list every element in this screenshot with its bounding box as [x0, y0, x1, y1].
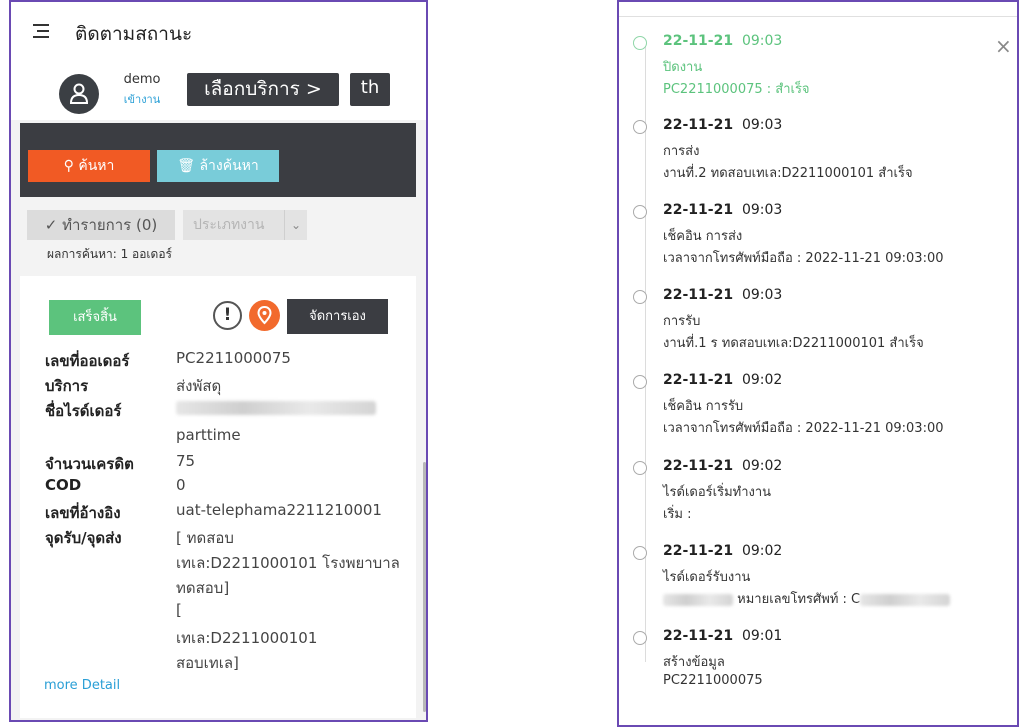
search-bar: ⚲ ค้นหา 🗑 ล้างค้นหา: [20, 123, 416, 197]
timeline-date: 22-11-21: [663, 202, 734, 218]
chevron-down-icon: ⌄: [284, 210, 307, 240]
service-value: ส่งพัสดุ: [176, 377, 222, 395]
timeline-dot-icon: [633, 36, 647, 50]
timeline-event: ปิดงาน: [663, 60, 703, 75]
order-number-value: PC2211000075: [176, 349, 291, 367]
clear-search-button[interactable]: 🗑 ล้างค้นหา: [157, 150, 279, 182]
timeline-time: 09:03: [741, 287, 783, 303]
check-circle-icon: ✓: [44, 216, 58, 234]
order-number-label: เลขที่ออเดอร์: [45, 352, 130, 370]
timeline-date: 22-11-21: [663, 117, 734, 133]
timeline-time: 09:03: [741, 202, 783, 218]
timeline-detail: งานที่.2 ทดสอบเทเล:D2211000101 สำเร็จ: [663, 166, 913, 181]
timeline-date: 22-11-21: [663, 628, 734, 644]
job-type-placeholder: ประเภทงาน: [193, 217, 265, 233]
pin-glyph: [257, 306, 272, 325]
app-header: ติดตามสถานะ demo เข้างาน เลือกบริการ > t…: [11, 2, 426, 120]
credit-label: จำนวนเครดิต: [45, 455, 134, 473]
timeline-event: ไรด์เดอร์เริ่มทำงาน: [663, 485, 772, 500]
timeline-event: เช็คอิน การส่ง: [663, 229, 743, 244]
timeline-time: 09:03: [741, 117, 783, 133]
timeline-dot-icon: [633, 375, 647, 389]
reference-value: uat-telephama2211210001: [176, 501, 382, 519]
order-tracking-panel: ติดตามสถานะ demo เข้างาน เลือกบริการ > t…: [9, 0, 428, 722]
search-button[interactable]: ⚲ ค้นหา: [28, 150, 150, 182]
menu-icon[interactable]: [33, 24, 49, 40]
pickup-dropoff-label: จุดรับ/จุดส่ง: [45, 529, 122, 547]
cod-label: COD: [45, 476, 82, 494]
select-service-button[interactable]: เลือกบริการ >: [187, 73, 339, 106]
rider-type-value: parttime: [176, 426, 241, 444]
timeline-detail: งานที่.1 ร ทดสอบเทเล:D2211000101 สำเร็จ: [663, 336, 924, 351]
avatar[interactable]: [59, 74, 99, 114]
rider-name-label: ชื่อไรด์เดอร์: [45, 402, 122, 420]
timeline-time: 09:03: [741, 33, 783, 49]
order-card: เสร็จสิ้น ! จัดการเอง เลขที่ออเดอร์ PC22…: [20, 276, 416, 718]
job-type-select[interactable]: ประเภทงาน ⌄: [183, 210, 307, 240]
page-title: ติดตามสถานะ: [75, 23, 193, 45]
timeline-date: 22-11-21: [663, 543, 734, 559]
status-badge: เสร็จสิ้น: [49, 300, 141, 335]
search-icon: ⚲: [63, 158, 74, 174]
more-detail-link[interactable]: more Detail: [44, 678, 120, 693]
user-icon: [69, 83, 89, 104]
address-line: เทเล:D2211000101 โรงพยาบาล: [176, 554, 400, 572]
todo-button-label: ทำรายการ (0): [62, 216, 158, 234]
timeline-dot-icon: [633, 631, 647, 645]
address-line: ทดสอบ]: [176, 579, 230, 597]
timeline-dot-icon: [633, 205, 647, 219]
clear-search-label: ล้างค้นหา: [199, 158, 259, 174]
address-line: [: [176, 601, 182, 619]
timeline-detail: เริ่ม :: [663, 507, 692, 522]
location-pin-icon[interactable]: [249, 300, 280, 331]
search-button-label: ค้นหา: [78, 158, 115, 174]
timeline-time: 09:02: [741, 543, 783, 559]
timeline-event: สร้างข้อมูล: [663, 655, 725, 670]
timeline-time: 09:01: [741, 628, 783, 644]
credit-value: 75: [176, 452, 196, 470]
timeline-time: 09:02: [741, 372, 783, 388]
timeline-event: ไรด์เดอร์รับงาน: [663, 570, 751, 585]
language-button[interactable]: th: [350, 73, 390, 106]
close-icon[interactable]: ×: [995, 34, 1012, 58]
alert-icon[interactable]: !: [213, 301, 242, 330]
timeline-dot-icon: [633, 290, 647, 304]
result-count: ผลการค้นหา: 1 ออเดอร์: [47, 247, 172, 261]
reference-label: เลขที่อ้างอิง: [45, 504, 121, 522]
timeline-detail: PC2211000075 : สำเร็จ: [663, 82, 810, 97]
manage-manually-button[interactable]: จัดการเอง: [287, 299, 388, 334]
timeline-event: การส่ง: [663, 144, 700, 159]
timeline-line: [645, 42, 646, 662]
todo-button[interactable]: ✓ ทำรายการ (0): [27, 210, 175, 240]
timeline-detail: เวลาจากโทรศัพท์มือถือ : 2022-11-21 09:03…: [663, 421, 944, 436]
timeline-date: 22-11-21: [663, 372, 734, 388]
timeline-event: การรับ: [663, 314, 701, 329]
cod-value: 0: [176, 476, 186, 494]
timeline-date: 22-11-21: [663, 287, 734, 303]
timeline-detail: เวลาจากโทรศัพท์มือถือ : 2022-11-21 09:03…: [663, 251, 944, 266]
timeline-detail: PC2211000075: [663, 673, 763, 688]
service-label: บริการ: [45, 377, 89, 395]
address-line: สอบเทเล]: [176, 654, 239, 672]
timeline-dot-icon: [633, 461, 647, 475]
user-name: demo: [123, 72, 161, 87]
timeline-time: 09:02: [741, 458, 783, 474]
address-line: เทเล:D2211000101: [176, 629, 318, 647]
rider-name-value: [176, 401, 376, 419]
timeline-detail: หมายเลขโทรศัพท์ : C: [663, 588, 951, 609]
timeline-dot-icon: [633, 546, 647, 560]
timeline-event: เช็คอิน การรับ: [663, 399, 744, 414]
pickup-dropoff-value: [ ทดสอบ: [176, 529, 234, 547]
user-status-link[interactable]: เข้างาน: [119, 90, 165, 108]
timeline-date: 22-11-21: [663, 458, 734, 474]
trash-icon: 🗑: [177, 158, 195, 174]
divider: [619, 16, 1017, 17]
timeline-dot-icon: [633, 120, 647, 134]
status-timeline-panel: × 22-11-21 09:03 ปิดงาน PC2211000075 : ส…: [617, 0, 1019, 727]
timeline-date: 22-11-21: [663, 33, 734, 49]
scrollbar[interactable]: [423, 462, 426, 712]
timeline-detail-text: หมายเลขโทรศัพท์ : C: [737, 592, 861, 607]
